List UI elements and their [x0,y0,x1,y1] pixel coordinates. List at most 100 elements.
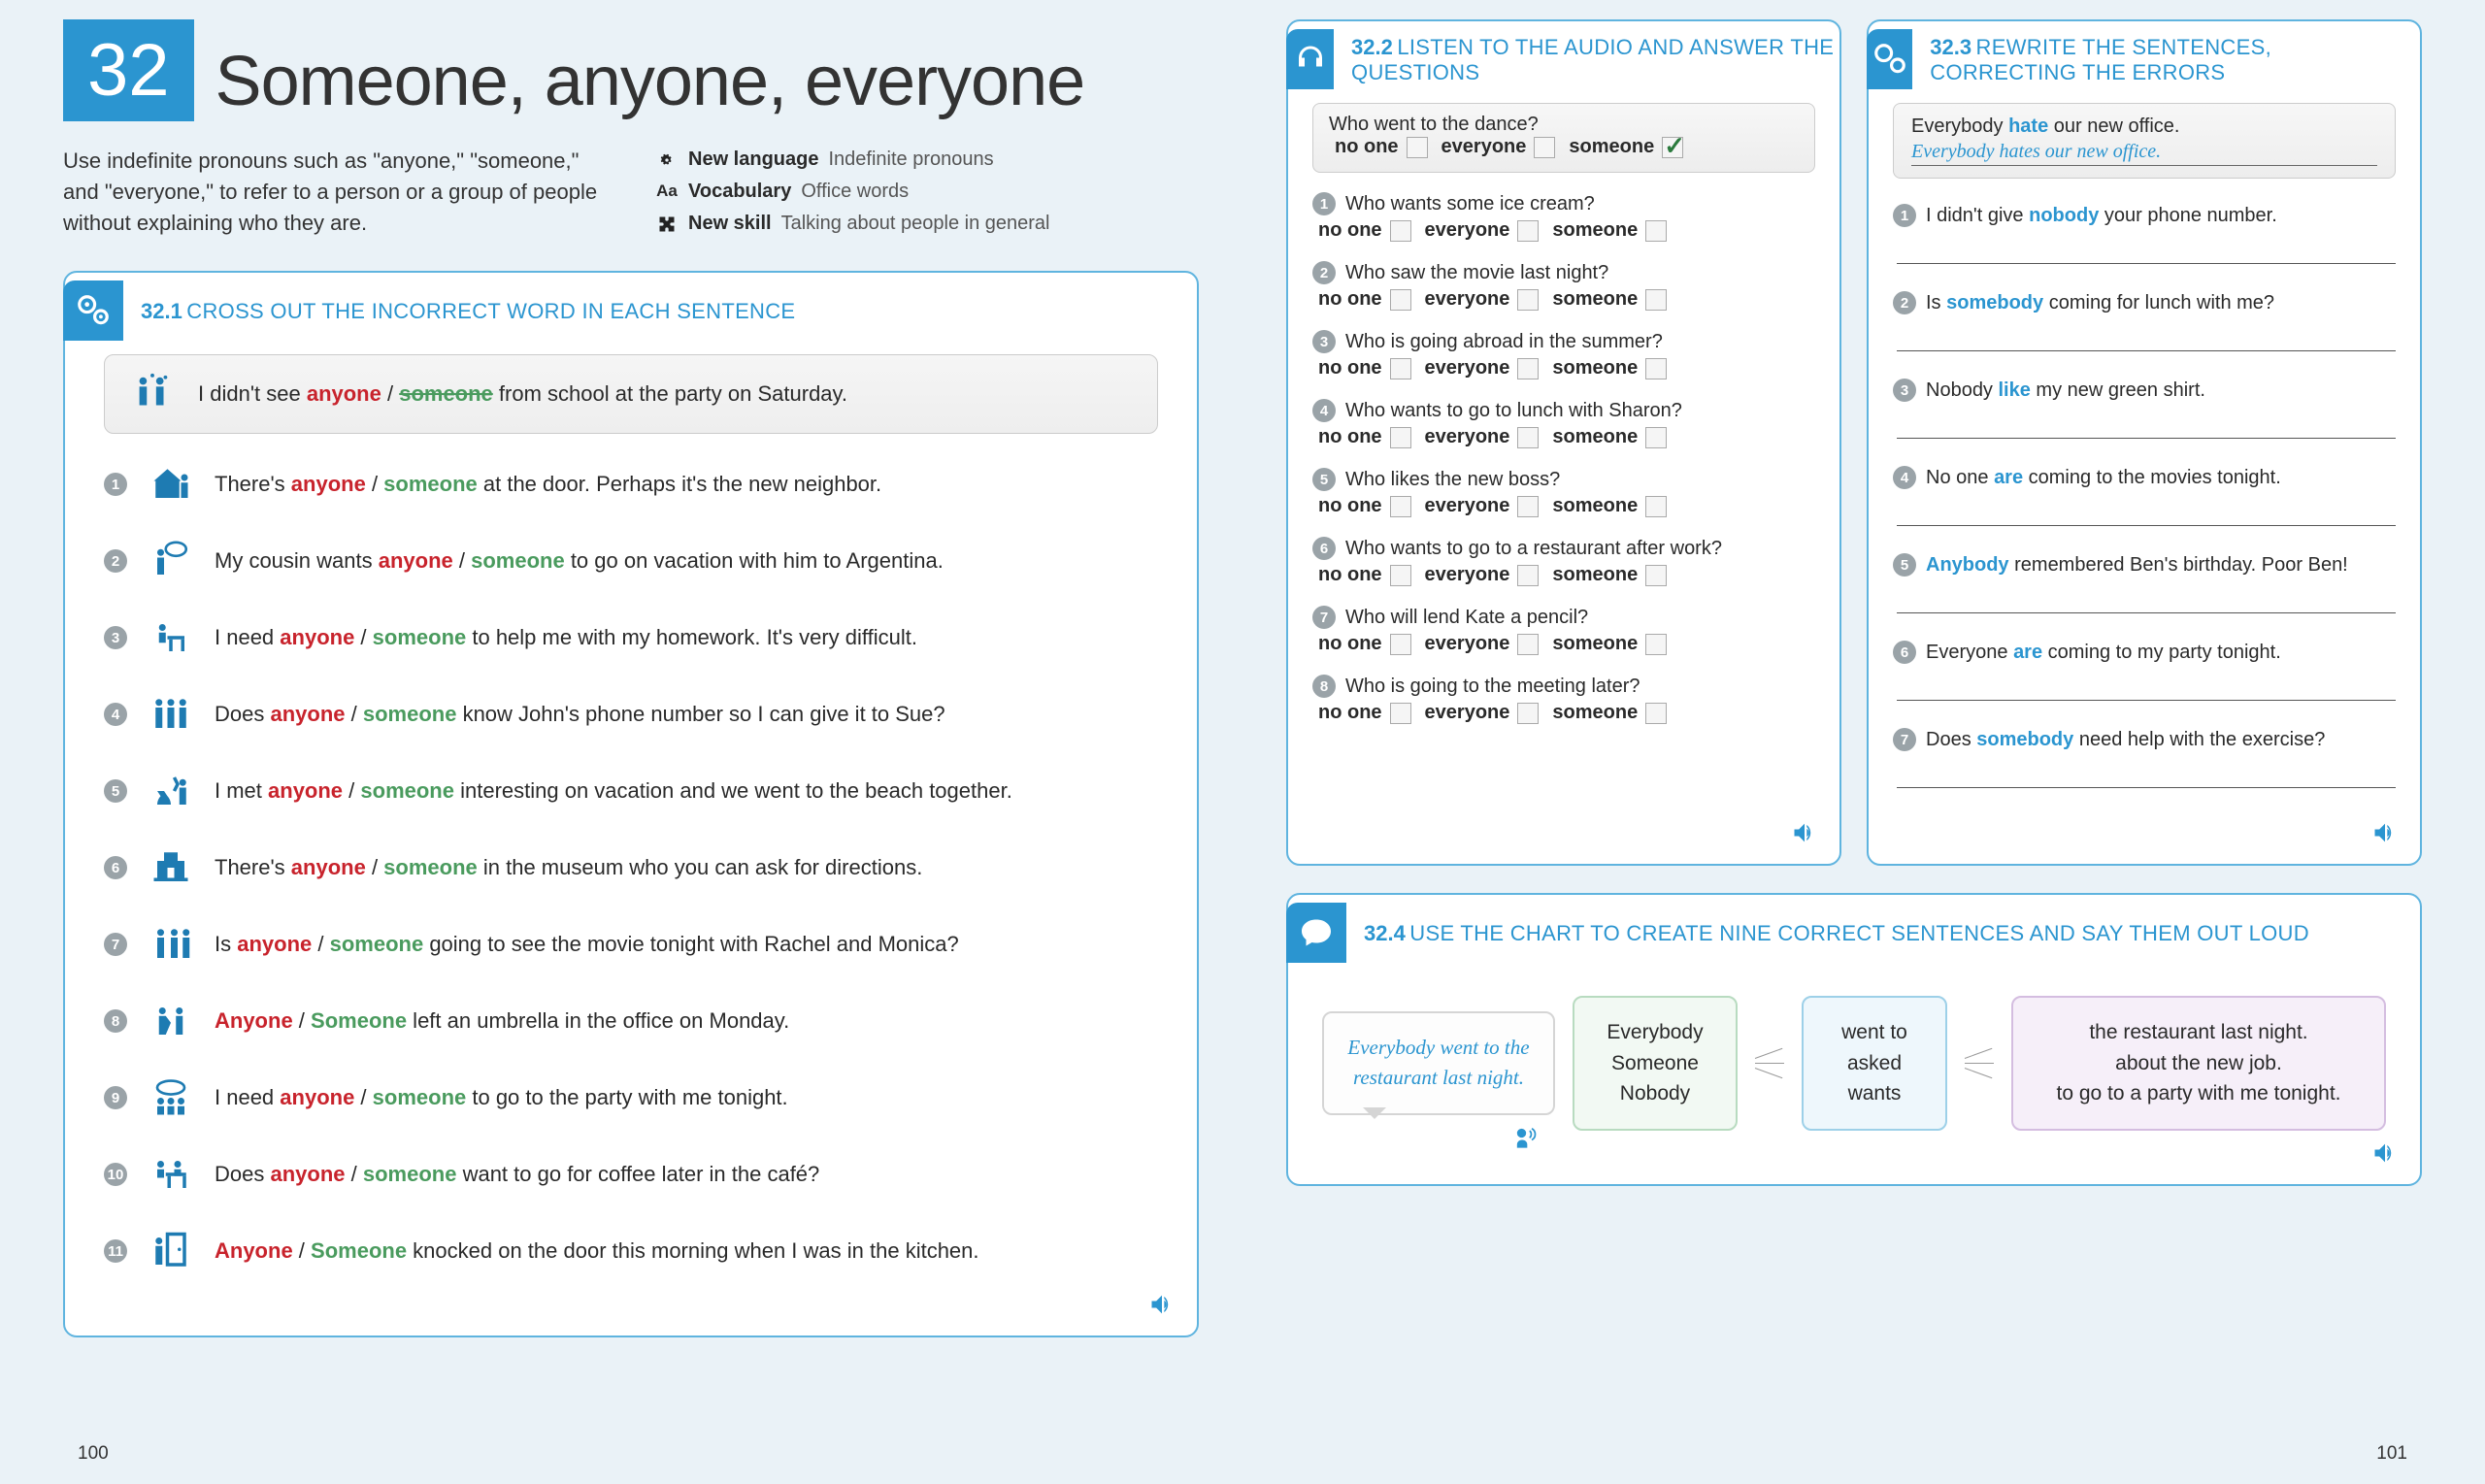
checkbox[interactable] [1517,703,1539,724]
exercise-title: REWRITE THE SENTENCES, CORRECTING THE ER… [1930,35,2271,84]
option-word[interactable]: someone [383,472,478,496]
item-number: 4 [1312,399,1336,422]
option-word[interactable]: someone [363,702,457,726]
item-number: 7 [1893,728,1916,751]
exercise-panel-32-4: 32.4 USE THE CHART TO CREATE NINE CORREC… [1286,893,2422,1186]
item-number: 9 [104,1086,127,1109]
highlighted-word: Anybody [1926,554,2009,576]
chart-word: asked [1825,1048,1924,1079]
chart-word: to go to a party with me tonight. [2035,1078,2363,1109]
option-word[interactable]: someone [373,625,467,649]
audio-icon[interactable] [2371,1139,2399,1167]
answer-line[interactable] [1897,326,2396,351]
checkbox[interactable] [1390,427,1411,448]
answer-line[interactable] [1897,501,2396,526]
option-word[interactable]: someone [471,548,565,573]
checkbox[interactable] [1390,703,1411,724]
sentence-item: 7 Is anyone / someone going to see the m… [104,923,1158,966]
checkbox[interactable] [1517,427,1539,448]
option-word[interactable]: anyone [280,1085,354,1109]
exercise-title: CROSS OUT THE INCORRECT WORD IN EACH SEN… [186,299,795,323]
checkbox[interactable] [1645,427,1667,448]
sentence-text: Does [215,1162,270,1186]
option-word[interactable]: anyone [268,778,343,803]
answer-line[interactable] [1897,588,2396,613]
checkbox[interactable] [1645,496,1667,517]
connector-lines [1965,1058,1994,1069]
option-word[interactable]: Anyone [215,1008,293,1033]
chart-word: Everybody [1596,1017,1714,1048]
scenario-icon [145,1000,197,1042]
chart-column-1: EverybodySomeoneNobody [1573,996,1738,1131]
option-word[interactable]: someone [330,932,424,956]
sentence-text: There's [215,855,291,879]
option-word[interactable]: anyone [291,472,366,496]
checkbox[interactable] [1645,358,1667,379]
checkbox[interactable] [1390,358,1411,379]
correction-item: 7Does somebody need help with the exerci… [1893,728,2396,751]
option-word[interactable]: someone [383,855,478,879]
checkbox[interactable] [1390,634,1411,655]
info-label: Vocabulary [688,178,791,206]
highlighted-word: nobody [2029,205,2099,226]
answer-line[interactable] [1897,763,2396,788]
checkbox[interactable] [1517,565,1539,586]
sentence-item: 5 I met anyone / someone interesting on … [104,770,1158,812]
exercise-number: 32.1 [141,299,182,323]
option-word[interactable]: anyone [270,702,345,726]
answer-line[interactable] [1897,413,2396,439]
checkbox[interactable] [1645,220,1667,242]
audio-icon[interactable] [1148,1291,1176,1318]
chapter-number-badge: 32 [63,19,194,121]
sentence-item: 3 I need anyone / someone to help me wit… [104,616,1158,659]
option-word[interactable]: someone [360,778,454,803]
item-number: 5 [1893,553,1916,577]
scenario-icon [145,923,197,966]
option-word-crossed[interactable]: someone [399,381,493,406]
checkbox[interactable] [1645,289,1667,311]
item-number: 1 [1312,192,1336,215]
checkbox[interactable] [1517,358,1539,379]
option-word[interactable]: Someone [311,1238,407,1263]
checkbox[interactable] [1390,220,1411,242]
page-number: 100 [78,1443,109,1465]
option-word[interactable]: anyone [270,1162,345,1186]
question-item: 7Who will lend Kate a pencil? no one eve… [1312,606,1815,655]
checkbox[interactable] [1517,634,1539,655]
audio-icon[interactable] [1791,819,1818,846]
checkbox-checked[interactable] [1662,137,1683,158]
option-word[interactable]: anyone [379,548,453,573]
option-word[interactable]: anyone [291,855,366,879]
example-box: I didn't see anyone / someone from schoo… [104,354,1158,434]
option-word[interactable]: Anyone [215,1238,293,1263]
item-number: 8 [104,1009,127,1033]
checkbox[interactable] [1390,565,1411,586]
checkbox[interactable] [1517,220,1539,242]
checkbox[interactable] [1534,137,1555,158]
checkbox[interactable] [1645,634,1667,655]
option-word[interactable]: anyone [280,625,354,649]
checkbox[interactable] [1517,496,1539,517]
chart-word: Nobody [1596,1078,1714,1109]
option-word[interactable]: someone [373,1085,467,1109]
option-word[interactable]: someone [363,1162,457,1186]
info-label: New language [688,146,818,174]
option-word[interactable]: Someone [311,1008,407,1033]
exercise-panel-32-1: 32.1 CROSS OUT THE INCORRECT WORD IN EAC… [63,271,1199,1337]
highlighted-word: somebody [1946,292,2043,313]
checkbox[interactable] [1645,565,1667,586]
checkbox[interactable] [1645,703,1667,724]
checkbox[interactable] [1407,137,1428,158]
question-text: Who is going to the meeting later? [1345,676,1640,698]
question-item: 2Who saw the movie last night? no one ev… [1312,261,1815,311]
answer-line[interactable] [1897,239,2396,264]
question-text: Who wants some ice cream? [1345,193,1595,215]
checkbox[interactable] [1517,289,1539,311]
option-word[interactable]: anyone [237,932,312,956]
audio-icon[interactable] [2371,819,2399,846]
checkbox[interactable] [1390,289,1411,311]
checkbox[interactable] [1390,496,1411,517]
option-word[interactable]: anyone [307,381,381,406]
answer-line[interactable] [1897,676,2396,701]
item-number: 5 [1312,468,1336,491]
